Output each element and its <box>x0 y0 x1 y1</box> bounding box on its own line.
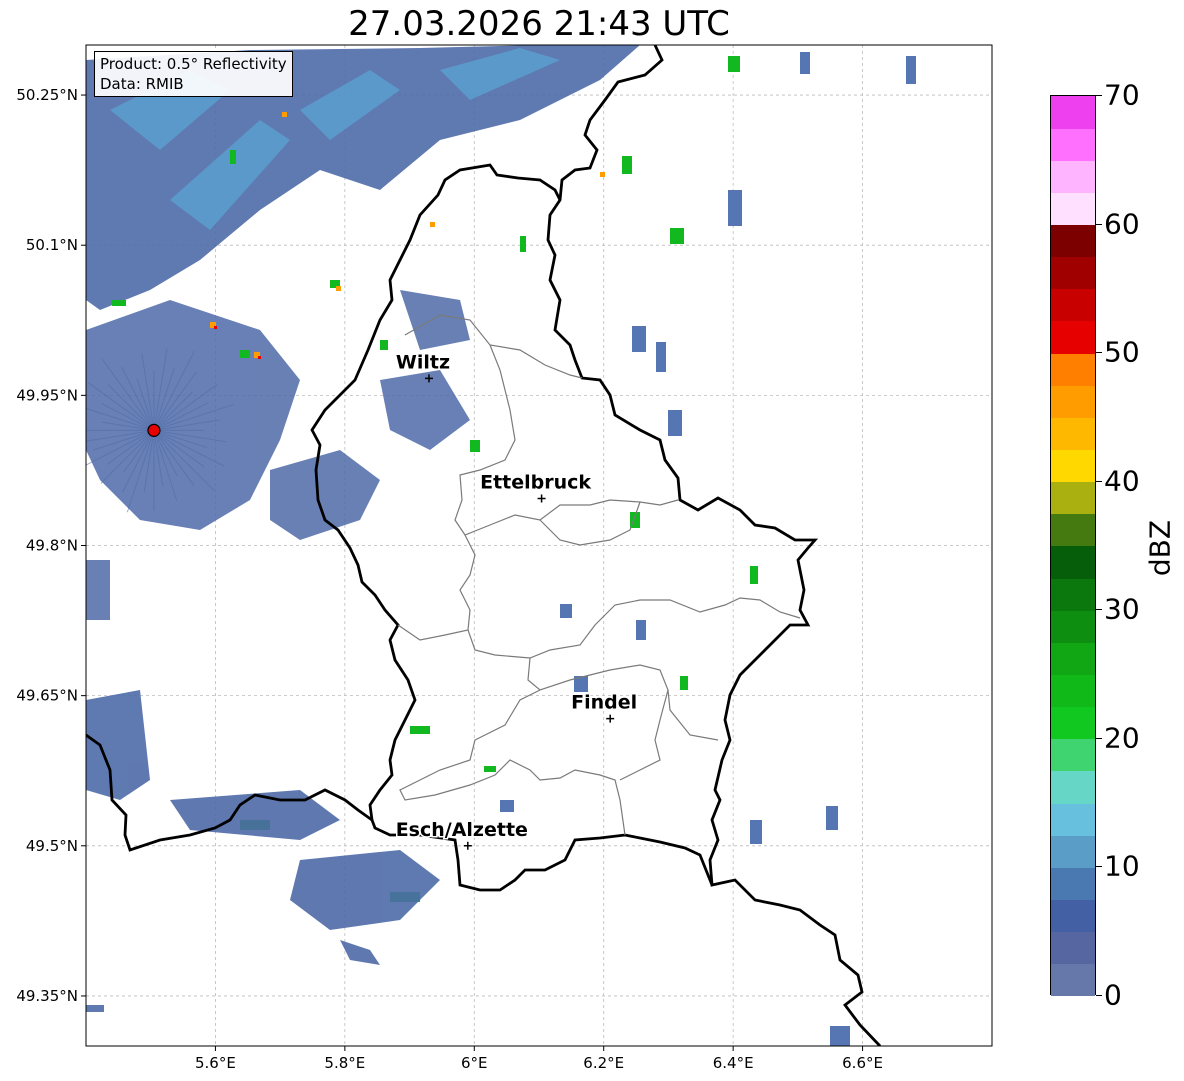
colorbar-tick-label: 0 <box>1104 978 1122 1012</box>
colorbar-cell <box>1051 192 1095 226</box>
colorbar-cell <box>1051 513 1095 547</box>
y-tick-label-1: 50.1°N <box>26 236 78 254</box>
colorbar-tick-mark <box>1096 480 1102 482</box>
city-label-3: Esch/Alzette <box>396 819 528 841</box>
x-tick-label-4: 6.4°E <box>713 1054 754 1072</box>
colorbar-cell <box>1051 288 1095 322</box>
colorbar-cell <box>1051 610 1095 643</box>
colorbar-cell <box>1051 160 1095 193</box>
y-axis-ticks: 50.25°N 50.1°N 49.95°N 49.8°N 49.65°N 49.5°N 4… <box>16 86 86 1005</box>
colorbar-tick-mark <box>1096 609 1102 611</box>
colorbar-cell <box>1051 674 1095 708</box>
colorbar-cell <box>1051 256 1095 290</box>
colorbar-cell <box>1051 128 1095 161</box>
colorbar-cell <box>1051 771 1095 804</box>
colorbar-cell <box>1051 706 1095 740</box>
colorbar-tick-label: 60 <box>1104 207 1140 241</box>
colorbar-tick-mark <box>1096 352 1102 354</box>
x-tick-label-2: 6°E <box>461 1054 488 1072</box>
colorbar-tick-label: 10 <box>1104 849 1140 883</box>
radar-map[interactable]: WiltzEttelbruckFindelEsch/Alzette 5.6°E 5… <box>0 0 1184 1081</box>
y-tick-label-2: 49.95°N <box>16 386 78 404</box>
colorbar-cell <box>1051 578 1095 611</box>
colorbar-cell <box>1051 96 1095 129</box>
colorbar-cell <box>1051 738 1095 772</box>
colorbar-cell <box>1051 417 1095 451</box>
colorbar-cell <box>1051 963 1095 997</box>
colorbar-cell <box>1051 867 1095 901</box>
city-label-2: Findel <box>571 692 637 714</box>
y-tick-label-3: 49.8°N <box>26 537 78 555</box>
colorbar-cell <box>1051 803 1095 836</box>
colorbar-cell <box>1051 899 1095 933</box>
colorbar-tick-label: 70 <box>1104 78 1140 112</box>
radar-site-dot <box>147 423 161 437</box>
x-tick-label-5: 6.6°E <box>842 1054 883 1072</box>
colorbar-cell <box>1051 481 1095 515</box>
y-tick-label-6: 49.35°N <box>16 987 78 1005</box>
colorbar-tick-mark <box>1096 866 1102 868</box>
colorbar-tick-mark <box>1096 737 1102 739</box>
city-label-0: Wiltz <box>396 351 450 373</box>
x-tick-label-0: 5.6°E <box>195 1054 236 1072</box>
product-info-box: Product: 0.5° Reflectivity Data: RMIB <box>94 51 293 97</box>
x-tick-label-3: 6.2°E <box>583 1054 624 1072</box>
colorbar-cell <box>1051 931 1095 965</box>
colorbar <box>1050 95 1096 997</box>
y-tick-label-5: 49.5°N <box>26 837 78 855</box>
colorbar-cell <box>1051 385 1095 418</box>
colorbar-tick-label: 20 <box>1104 721 1140 755</box>
city-label-1: Ettelbruck <box>480 471 591 493</box>
colorbar-cell <box>1051 546 1095 579</box>
colorbar-tick-mark <box>1096 995 1102 996</box>
colorbar-cell <box>1051 353 1095 386</box>
data-source-label: Data: RMIB <box>100 75 184 93</box>
y-tick-label-4: 49.65°N <box>16 687 78 705</box>
colorbar-label: dBZ <box>1143 519 1177 577</box>
colorbar-tick-mark <box>1096 223 1102 225</box>
radar-site-marker <box>147 423 161 437</box>
colorbar-tick-mark <box>1096 95 1102 96</box>
colorbar-cell <box>1051 321 1095 354</box>
x-tick-label-1: 5.8°E <box>324 1054 365 1072</box>
colorbar-tick-label: 40 <box>1104 464 1140 498</box>
colorbar-cell <box>1051 835 1095 868</box>
colorbar-tick-label: 30 <box>1104 592 1140 626</box>
colorbar-cell <box>1051 449 1095 483</box>
colorbar-cell <box>1051 224 1095 258</box>
product-label: Product: 0.5° Reflectivity <box>100 55 287 73</box>
y-tick-label-0: 50.25°N <box>16 86 78 104</box>
x-axis-ticks: 5.6°E 5.8°E 6°E 6.2°E 6.4°E 6.6°E <box>195 1046 883 1072</box>
colorbar-tick-label: 50 <box>1104 335 1140 369</box>
colorbar-cell <box>1051 642 1095 676</box>
